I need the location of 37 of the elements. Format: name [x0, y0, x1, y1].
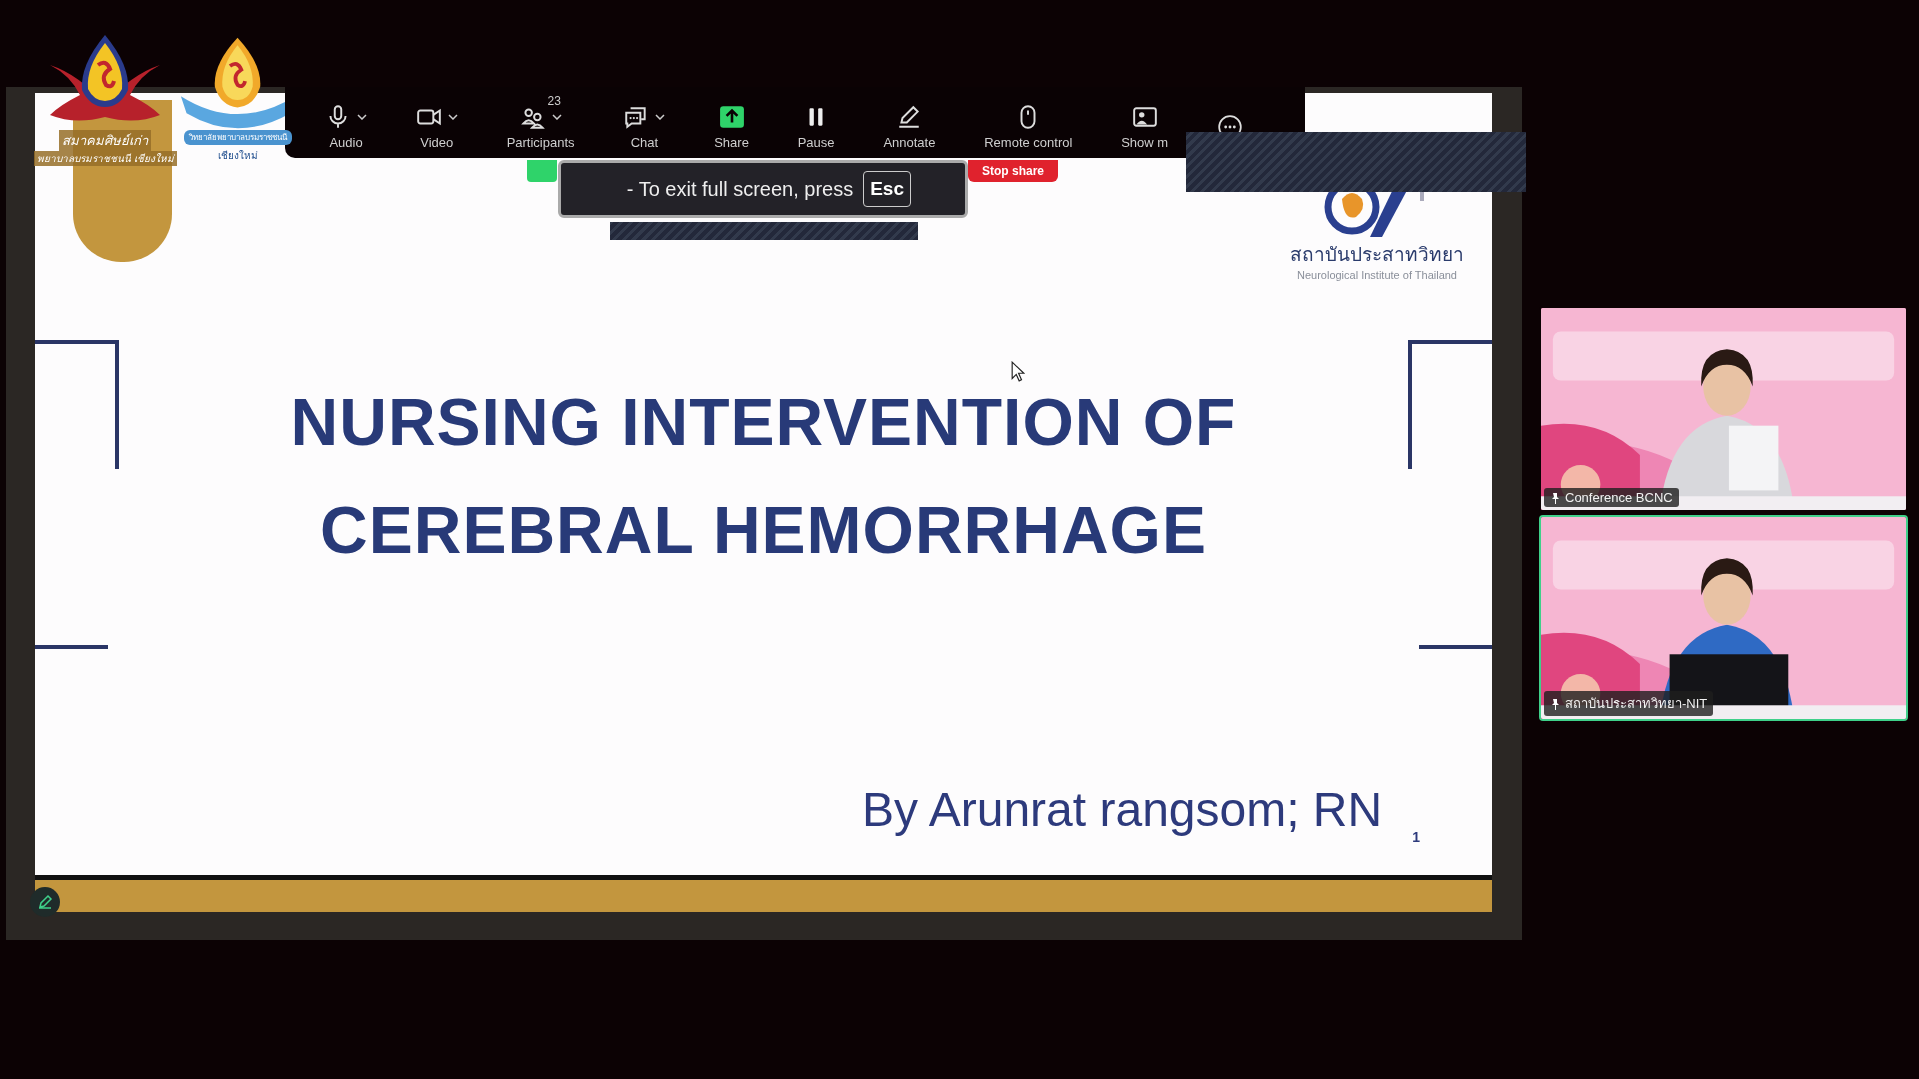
participant-name: Conference BCNC — [1565, 490, 1673, 505]
caret-icon[interactable] — [551, 114, 562, 120]
slide-author: By Arunrat rangsom; RN — [862, 782, 1383, 837]
institute-subtitle: Neurological Institute of Thailand — [1297, 269, 1457, 281]
toolbar-button[interactable]: Video — [415, 95, 458, 150]
annotate-button[interactable] — [30, 887, 60, 917]
toolbar-button[interactable]: Annotate — [883, 95, 936, 150]
participant-count: 23 — [547, 95, 561, 107]
pin-icon — [1550, 697, 1560, 710]
logo-caption: สมาคมศิษย์เก่า — [59, 130, 152, 151]
pin-icon — [1550, 491, 1560, 504]
toolbar-button[interactable]: Pause — [797, 95, 835, 150]
share-icon — [718, 104, 745, 130]
esc-key: Esc — [863, 171, 911, 207]
pencil-icon — [37, 894, 53, 910]
participant-name: สถาบันประสาทวิทยา-NIT — [1565, 695, 1708, 713]
caret-icon[interactable] — [655, 114, 666, 120]
toolbar-button[interactable]: Audio — [325, 95, 367, 150]
slide-title: CEREBRAL HEMORRHAGE — [320, 492, 1207, 568]
toolbar-button[interactable]: Chat — [623, 95, 666, 150]
toast-message: - To exit full screen, press — [626, 177, 854, 201]
institute-name: สถาบันประสาทวิทยา — [1290, 243, 1464, 267]
slide-title: NURSING INTERVENTION OF — [290, 384, 1237, 460]
caret-icon[interactable] — [357, 114, 367, 120]
caret-icon[interactable] — [447, 114, 458, 120]
toolbar-button[interactable]: 23 Participants — [506, 95, 575, 150]
mouse-pointer-icon — [1011, 361, 1025, 382]
stop-share-button[interactable]: Stop share — [968, 160, 1058, 182]
toolbar-button[interactable]: Remote control — [984, 95, 1073, 150]
sharing-indicator — [527, 160, 557, 182]
logo-caption: พยาบาลบรมราชชนนี เชียงใหม่ — [34, 151, 177, 166]
toolbar-button[interactable]: Share — [714, 95, 749, 150]
portrait-icon — [1131, 104, 1158, 130]
toolbar-button[interactable]: Show m — [1121, 95, 1169, 150]
page-number: 1 — [1412, 829, 1420, 845]
logo-caption: เชียงใหม่ — [216, 149, 259, 163]
logo-caption: วิทยาลัยพยาบาลบรมราชชนนี — [183, 130, 292, 145]
